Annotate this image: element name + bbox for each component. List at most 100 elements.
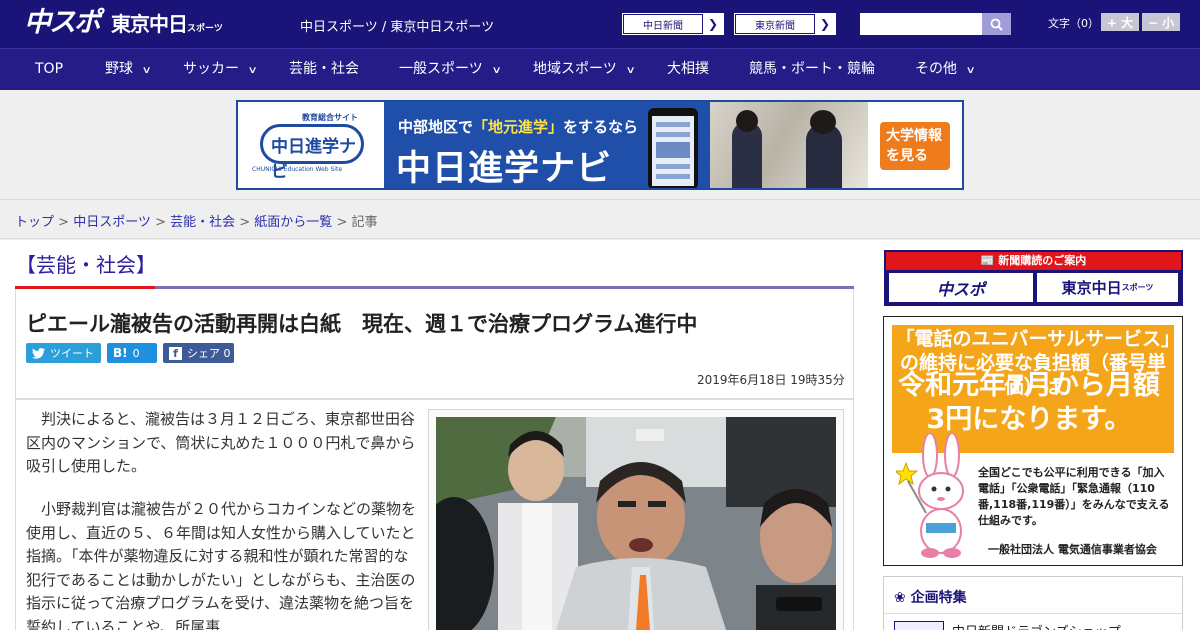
banner-area: 教育総合サイト 中日進学ナビ CHUNICHI Education Web Si… [0,90,1200,200]
breadcrumb-current: 記事 [351,215,378,230]
smartphone-image [648,108,698,188]
nav-label: 芸能・社会 [289,61,359,77]
subscribe-chunichi-sports[interactable]: 中スポ [889,273,1033,302]
nav-baseball[interactable]: 野球 ∨ [105,49,152,91]
nav-label: 野球 [105,61,133,77]
hatena-bookmark-button[interactable]: B! 0 [107,343,157,363]
banner-logo: 教育総合サイト 中日進学ナビ CHUNICHI Education Web Si… [238,102,384,188]
chunichi-shimbun-link[interactable]: 中日新聞 ❯ [622,13,724,35]
feature-item-dragons-shop[interactable]: 中日新聞ドラゴンズショップ [952,621,1121,630]
banner-cta-line1: 大学情報 [886,128,942,144]
rabbit-mascot-icon [896,433,964,558]
breadcrumb-top[interactable]: トップ [15,215,54,230]
breadcrumb-area: トップ > 中日スポーツ > 芸能・社会 > 紙面から一覧 > 記事 [0,200,1200,239]
font-size-increase-button[interactable]: + 大 [1101,13,1139,31]
students-photo [710,102,868,188]
facebook-icon: f [169,346,182,360]
nav-general-sports[interactable]: 一般スポーツ ∨ [399,49,502,91]
subscribe-tokyo-chunichi[interactable]: 東京中日 スポーツ [1037,273,1178,302]
tokyo-chunichi-sports-logo[interactable]: 東京中日スポーツ [111,12,223,41]
nav-racing[interactable]: 競馬・ボート・競輪 [749,49,875,91]
hatena-bookmark-icon: B! [113,346,128,360]
ad-description: 全国どこでも公平に利用できる「加入電話」「公衆電話」「緊急通報（110番,118… [978,466,1170,527]
breadcrumb-sep: > [235,215,255,230]
nav-top[interactable]: TOP [35,49,63,91]
breadcrumb-print-list[interactable]: 紙面から一覧 [254,215,332,230]
nav-sumo[interactable]: 大相撲 [667,49,709,91]
feature-title: ❀ 企画特集 [894,587,967,607]
banner-cta-button[interactable]: 大学情報 を見る [880,122,950,170]
article-paragraph: 判決によると、瀧被告は３月１２日ごろ、東京都世田谷区内のマンションで、筒状に丸め… [26,410,416,475]
subscribe-tokyo-text: 東京中日 [1061,279,1122,297]
font-size-label: 文字（0） [1048,17,1099,30]
facebook-count: 0 [223,346,231,360]
newspaper-icon: 📰 [980,254,995,267]
subscription-header-text: 新聞購読のご案内 [998,254,1087,267]
breadcrumb-entertainment[interactable]: 芸能・社会 [170,215,235,230]
search-input[interactable] [860,13,982,35]
chevron-right-icon: ❯ [819,17,831,31]
feature-title-text: 企画特集 [910,590,967,606]
nav-label: 大相撲 [667,61,709,77]
nav-local-sports[interactable]: 地域スポーツ ∨ [533,49,636,91]
article-paragraph: 小野裁判官は瀧被告が２０代からコカインなどの薬物を使用し、直近の５、６年間は知人… [26,500,417,630]
tokyo-shimbun-link[interactable]: 東京新聞 ❯ [734,13,836,35]
tokyo-shimbun-label: 東京新聞 [735,14,815,34]
article-photo[interactable] [436,417,836,630]
breadcrumb-sep: > [332,215,352,230]
tokyo-logo-small: スポーツ [187,24,223,34]
chunichi-sports-logo[interactable]: 中スポ [24,8,101,38]
chevron-right-icon: ❯ [707,17,719,31]
banner-cta-line2: を見る [886,148,928,164]
main-nav: TOP 野球 ∨ サッカー ∨ 芸能・社会 一般スポーツ ∨ 地域スポーツ ∨ 大相撲 … [0,48,1200,90]
font-size-decrease-button[interactable]: − 小 [1142,13,1180,31]
banner-headline-post: をするなら [563,118,639,136]
chunichi-shimbun-label: 中日新聞 [623,14,703,34]
header-bar: 中スポ 東京中日スポーツ 中日スポーツ / 東京中日スポーツ 中日新聞 ❯ 東京… [0,0,1200,48]
search-icon [990,18,1003,31]
article-category: 【芸能・社会】 [16,253,156,277]
article-date: 2019年6月18日 19時35分 [697,373,845,387]
ad-line2: 令和元年7月から月額3円になります。 [898,370,1160,435]
nav-label: TOP [35,61,64,77]
breadcrumb-sep: > [150,215,171,230]
nav-label: サッカー [183,61,239,77]
chevron-down-icon: ∨ [491,65,502,76]
subscription-header: 📰 新聞購読のご案内 [886,252,1181,270]
feature-divider [884,613,1182,614]
facebook-share-button[interactable]: f シェア 0 [163,343,234,363]
banner-cta-area: 大学情報 を見る [868,102,962,188]
nav-other[interactable]: その他 ∨ [915,49,976,91]
banner-headline-highlight: 「地元進学」 [473,118,564,136]
nav-label: その他 [915,61,957,77]
banner-logo-top: 教育総合サイト [302,113,358,122]
twitter-bird-icon [32,347,45,359]
nav-entertainment[interactable]: 芸能・社会 [289,49,359,91]
universal-service-ad[interactable]: 「電話のユニバーサルサービス」の維持に必要な負担額（番号単価）は 令和元年7月か… [883,316,1183,566]
nav-label: 地域スポーツ [533,61,617,77]
nav-label: 一般スポーツ [399,61,483,77]
banner-headline: 中部地区で「地元進学」をするなら [398,116,638,137]
feature-section: ❀ 企画特集 中日新聞ドラゴンズショップ [883,576,1183,630]
tweet-button[interactable]: ツイート [26,343,101,363]
nav-label: 競馬・ボート・競輪 [749,61,875,77]
subscription-guide[interactable]: 📰 新聞購読のご案内 中スポ 東京中日 スポーツ [884,250,1183,306]
search-button[interactable] [982,13,1011,35]
breadcrumb-chunichi-sports[interactable]: 中日スポーツ [73,215,151,230]
tweet-label: ツイート [50,347,94,360]
ad-organization: 一般社団法人 電気通信事業者協会 [988,543,1157,556]
chevron-down-icon: ∨ [141,65,152,76]
nav-soccer[interactable]: サッカー ∨ [183,49,258,91]
breadcrumb-sep: > [54,215,74,230]
feature-thumbnail[interactable] [894,621,944,630]
chevron-down-icon: ∨ [625,65,636,76]
site-tagline: 中日スポーツ / 東京中日スポーツ [300,20,495,35]
banner-logo-text: 中日進学ナビ [271,137,356,182]
tokyo-logo-text: 東京中日 [111,12,188,36]
facebook-share-label: シェア [187,347,220,360]
shingaku-navi-banner[interactable]: 教育総合サイト 中日進学ナビ CHUNICHI Education Web Si… [236,100,964,190]
subscribe-tokyo-small: スポーツ [1121,283,1154,292]
banner-logo-sub: CHUNICHI Education Web Site [252,166,343,173]
banner-logo-badge: 中日進学ナビ [260,124,364,182]
banner-main-title: 中日進学ナビ [396,149,613,189]
